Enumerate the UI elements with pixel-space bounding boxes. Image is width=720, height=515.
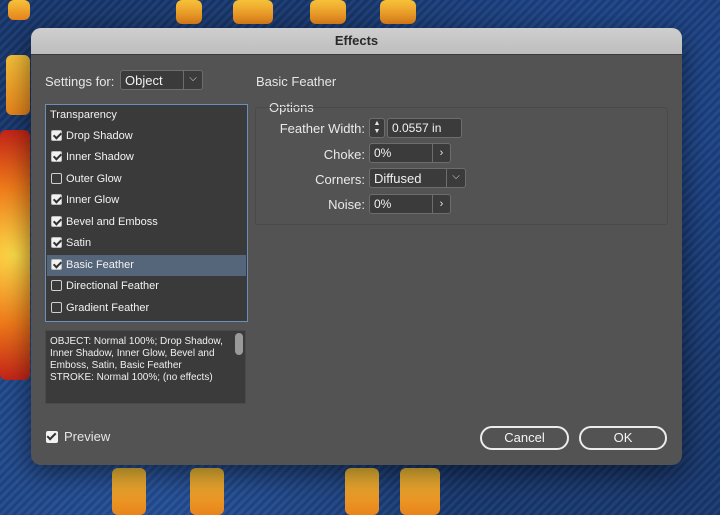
effect-label: Bevel and Emboss [66,216,158,228]
corners-select[interactable]: Diffused ⌵ [369,168,466,188]
effect-item-basic-feather[interactable]: Basic Feather [47,255,246,276]
effect-label: Inner Glow [66,194,120,206]
background-shape [112,468,146,515]
down-arrow-icon[interactable]: ▼ [370,128,384,136]
background-shape [345,468,379,515]
background-shape [310,0,346,24]
preview-label: Preview [64,429,111,444]
checkbox-unchecked[interactable] [51,280,62,291]
feather-width-label: Feather Width: [279,121,365,136]
effect-label: Drop Shadow [66,130,133,142]
effect-label: Outer Glow [66,173,122,185]
noise-input[interactable]: 0% › [369,194,451,214]
summary-line: Emboss, Satin, Basic Feather [50,360,182,371]
checkbox-checked[interactable] [51,194,62,205]
noise-label: Noise: [328,197,365,212]
preview-checkbox[interactable] [46,431,58,443]
effect-item-gradient-feather[interactable]: Gradient Feather [47,298,246,319]
chevron-down-icon: ⌵ [446,169,465,187]
cancel-button[interactable]: Cancel [480,426,569,450]
settings-for-select[interactable]: Object ⌵ [120,70,203,90]
corners-value: Diffused [374,171,422,186]
settings-for-label: Settings for: [45,74,115,89]
background-shape [380,0,416,24]
checkbox-checked[interactable] [51,237,62,248]
chevron-right-icon[interactable]: › [432,144,450,162]
background-shape [176,0,202,24]
effect-label: Inner Shadow [66,151,134,163]
chevron-right-icon[interactable]: › [432,195,450,213]
effect-item-bevel-and-emboss[interactable]: Bevel and Emboss [47,212,246,233]
checkbox-unchecked[interactable] [51,302,62,313]
background-shape [400,468,440,515]
effect-label: Gradient Feather [66,302,150,314]
effect-item-inner-glow[interactable]: Inner Glow [47,190,246,211]
checkbox-checked[interactable] [51,216,62,227]
background-shape [6,55,30,115]
choke-input[interactable]: 0% › [369,143,451,163]
effect-label: Directional Feather [66,280,159,292]
dialog-title: Effects [31,28,682,55]
background-shape [8,0,30,20]
corners-label: Corners: [315,172,365,187]
settings-for-value: Object [125,73,163,88]
checkbox-checked[interactable] [51,259,62,270]
effects-list-header[interactable]: Transparency [47,105,246,126]
up-arrow-icon[interactable]: ▲ [370,120,384,128]
effect-item-outer-glow[interactable]: Outer Glow [47,169,246,190]
checkbox-checked[interactable] [51,130,62,141]
feather-width-stepper[interactable]: ▲ ▼ [369,118,385,138]
effect-item-drop-shadow[interactable]: Drop Shadow [47,126,246,147]
effect-item-inner-shadow[interactable]: Inner Shadow [47,147,246,168]
effects-dialog: Effects Settings for: Object ⌵ Transpare… [31,28,682,465]
background-shape [0,130,30,380]
background-shape [190,468,224,515]
background-shape [233,0,273,24]
effect-item-directional-feather[interactable]: Directional Feather [47,276,246,297]
effect-label: Satin [66,237,92,249]
effects-summary: OBJECT: Normal 100%; Drop Shadow, Inner … [45,330,246,404]
panel-title: Basic Feather [256,74,337,89]
feather-width-input[interactable]: 0.0557 in [387,118,462,138]
ok-button[interactable]: OK [579,426,667,450]
effects-list: Transparency Drop Shadow Inner Shadow Ou… [45,104,248,322]
effect-item-satin[interactable]: Satin [47,233,246,254]
choke-value: 0% [374,146,392,160]
summary-line: OBJECT: Normal 100%; Drop Shadow, [50,336,223,347]
summary-scrollbar[interactable] [235,333,243,355]
checkbox-unchecked[interactable] [51,173,62,184]
noise-value: 0% [374,197,392,211]
summary-line: Inner Shadow, Inner Glow, Bevel and [50,348,215,359]
choke-label: Choke: [323,147,365,162]
effect-label: Basic Feather [66,259,134,271]
checkbox-checked[interactable] [51,151,62,162]
feather-width-value: 0.0557 in [392,121,442,135]
chevron-down-icon: ⌵ [183,71,202,89]
summary-line: STROKE: Normal 100%; (no effects) [50,372,213,383]
